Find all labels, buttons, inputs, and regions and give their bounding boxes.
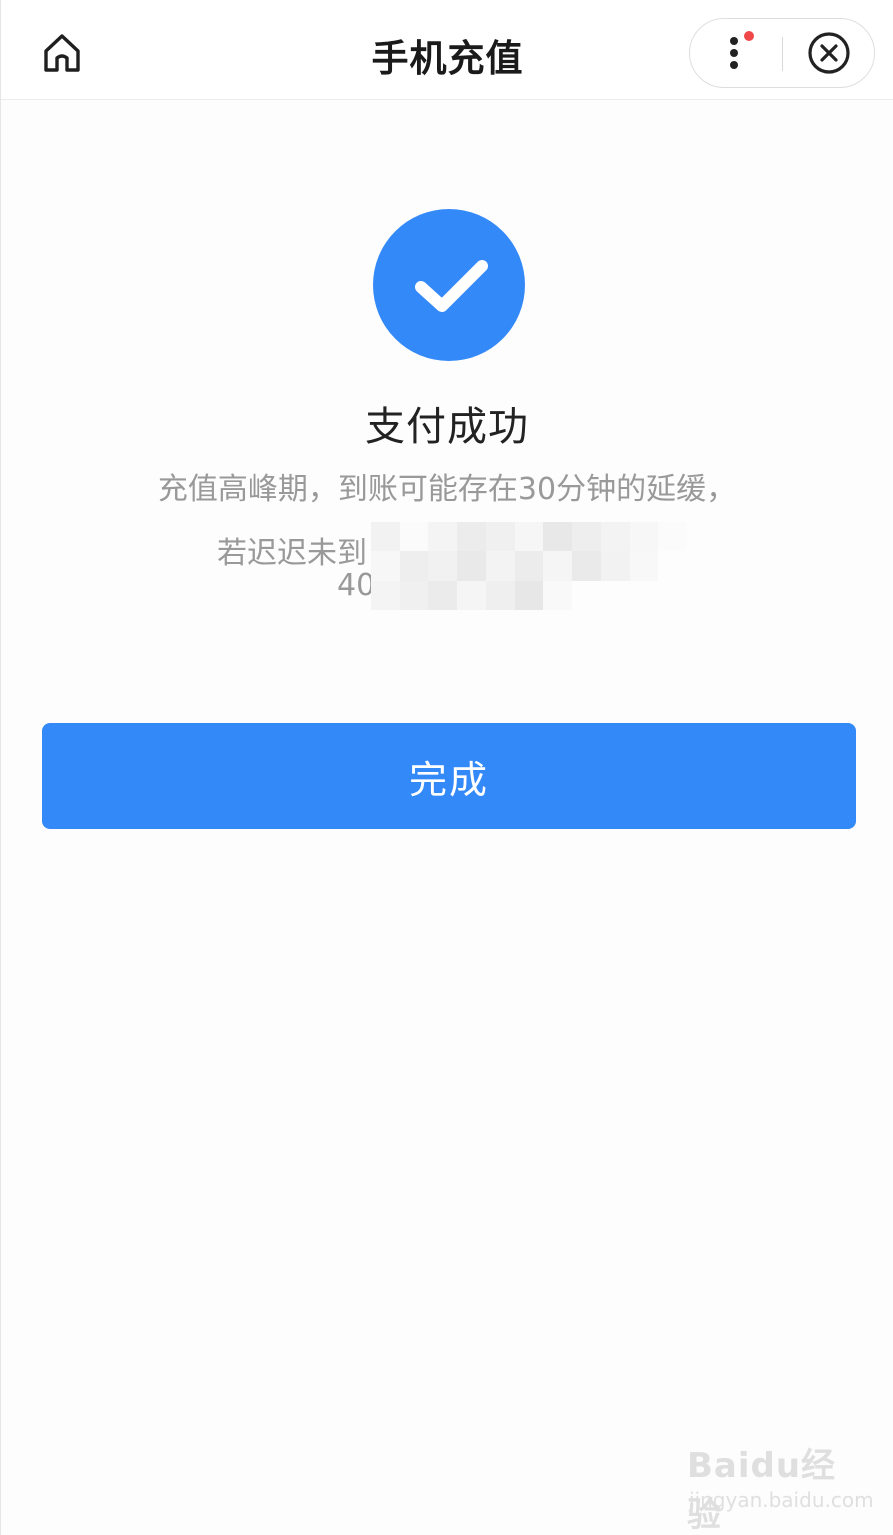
close-circle-icon [808,32,850,74]
notice-text-line1: 充值高峰期，到账可能存在30分钟的延缓， [157,472,737,507]
notice-text-line2: 若迟迟未到 [217,536,367,571]
notice-text-line3: 40 [337,568,376,603]
watermark-logo: Baidu经验 [687,1446,837,1535]
check-circle-icon [373,209,525,361]
navigation-bar: 手机充值 [1,0,893,100]
baidu-jingyan-watermark: Baidu经验 jingyan.baidu.com [687,1438,874,1535]
done-button[interactable]: 完成 [42,723,856,829]
notification-dot [744,31,754,41]
result-title: 支付成功 [365,404,529,450]
redacted-contact-info [371,522,687,610]
watermark-url: jingyan.baidu.com [689,1488,874,1512]
close-button[interactable] [783,19,875,87]
mini-program-capsule [689,18,875,88]
more-vertical-icon [730,31,754,69]
payment-result-page: 手机充值 支付成功 充值高峰期，到账可能存在30分钟的延缓， 若迟迟未到 40 … [0,0,893,1535]
more-menu-button[interactable] [690,19,782,87]
